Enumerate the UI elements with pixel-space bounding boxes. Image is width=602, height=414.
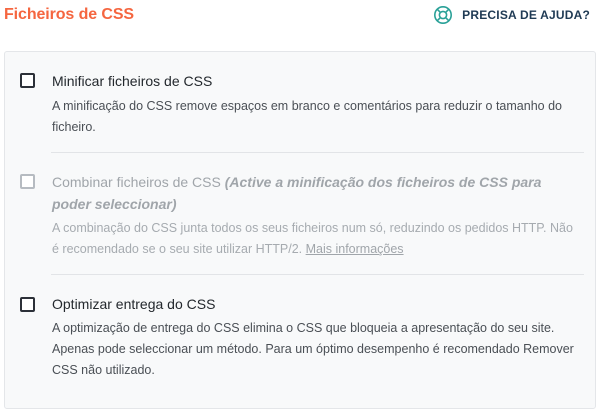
css-options-panel: Minificar ficheiros de CSS A minificação… [4, 51, 596, 409]
combine-css-title: Combinar ficheiros de CSS (Active a mini… [52, 171, 577, 215]
combine-css-description: A combinação do CSS junta todos os seus … [52, 218, 582, 260]
divider [51, 152, 584, 153]
optimize-css-delivery-title[interactable]: Optimizar entrega do CSS [52, 293, 577, 315]
help-link[interactable]: PRECISA DE AJUDA? [433, 5, 590, 25]
optimize-css-delivery-description: A optimização de entrega do CSS elimina … [52, 321, 574, 377]
lifebuoy-icon [433, 5, 453, 25]
page-title: Ficheiros de CSS [4, 6, 134, 23]
section-header: Ficheiros de CSS PRECISA DE AJUDA? [0, 0, 602, 34]
divider [51, 274, 584, 275]
optimize-css-delivery-checkbox[interactable] [20, 297, 35, 312]
combine-css-checkbox [20, 174, 35, 189]
minify-css-checkbox[interactable] [20, 73, 35, 88]
combine-css-label: Combinar ficheiros de CSS [52, 174, 221, 190]
help-label[interactable]: PRECISA DE AJUDA? [462, 8, 590, 22]
more-info-link[interactable]: Mais informações [306, 242, 404, 256]
minify-css-title[interactable]: Minificar ficheiros de CSS [52, 70, 577, 92]
minify-css-description: A minificação do CSS remove espaços em b… [52, 99, 562, 134]
